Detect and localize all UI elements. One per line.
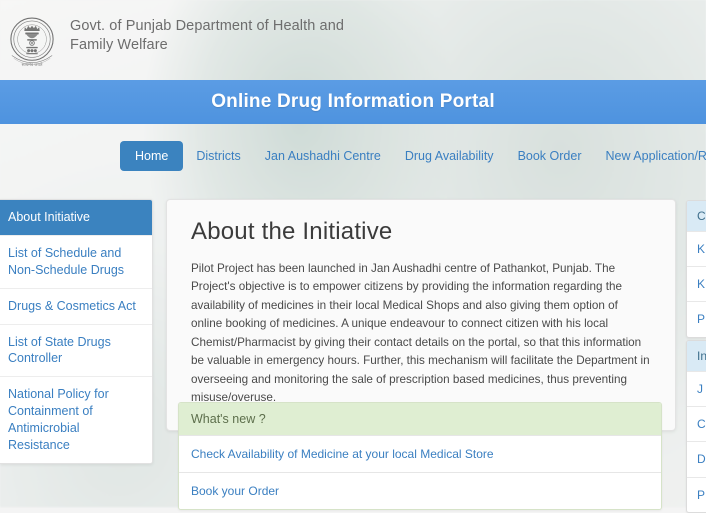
primary-navigation: Home Districts Jan Aushadhi Centre Drug …	[0, 124, 706, 188]
nav-item-districts[interactable]: Districts	[185, 142, 251, 170]
right-panel-2-item-1[interactable]: J	[687, 371, 706, 406]
sidebar-item-about-initiative[interactable]: About Initiative	[0, 200, 152, 236]
right-panel-1-item-3[interactable]: P	[687, 301, 706, 336]
right-panel-1-item-1[interactable]: K	[687, 231, 706, 266]
nav-item-new-application-renewal-of-license[interactable]: New Application/Renewal of Licens	[594, 142, 706, 170]
page-title: About the Initiative	[191, 218, 393, 245]
whats-new-item-book-your-order[interactable]: Book your Order	[179, 472, 661, 509]
nav-item-home[interactable]: Home	[120, 141, 184, 171]
whats-new-header: What's new ?	[179, 403, 661, 435]
nav-item-jan-aushadhi-centre[interactable]: Jan Aushadhi Centre	[254, 142, 392, 170]
about-initiative-card: About the Initiative Pilot Project has b…	[166, 199, 676, 431]
government-emblem-icon: सत्यमेव जयते	[10, 17, 54, 67]
whats-new-panel: What's new ? Check Availability of Medic…	[178, 402, 662, 510]
svg-text:सत्यमेव जयते: सत्यमेव जयते	[22, 62, 43, 67]
nav-item-drug-availability[interactable]: Drug Availability	[394, 142, 505, 170]
portal-banner-title: Online Drug Information Portal	[211, 91, 495, 112]
sidebar-item-list-of-schedule-and-non-schedule-drugs[interactable]: List of Schedule and Non-Schedule Drugs	[0, 235, 152, 289]
whats-new-item-check-availability[interactable]: Check Availability of Medicine at your l…	[179, 435, 661, 472]
sidebar-item-drugs-and-cosmetics-act[interactable]: Drugs & Cosmetics Act	[0, 288, 152, 325]
sidebar-item-list-of-state-drugs-controller[interactable]: List of State Drugs Controller	[0, 324, 152, 378]
site-header: सत्यमेव जयते Govt. of Punjab Department …	[0, 0, 706, 84]
left-sidebar: About Initiative List of Schedule and No…	[0, 199, 153, 464]
right-panel-2-header: In	[687, 341, 706, 371]
about-body-text: Pilot Project has been launched in Jan A…	[191, 262, 650, 405]
right-panel-1-header: C	[687, 201, 706, 231]
right-panel-contacts: C K K P	[686, 200, 706, 338]
portal-banner: Online Drug Information Portal	[0, 80, 706, 124]
right-panel-1-item-2[interactable]: K	[687, 266, 706, 301]
sidebar-item-national-policy-antimicrobial-resistance[interactable]: National Policy for Containment of Antim…	[0, 377, 152, 463]
nav-item-book-order[interactable]: Book Order	[507, 142, 593, 170]
right-panel-2-item-4[interactable]: P s	[687, 476, 706, 512]
right-panel-2-item-3[interactable]: D F	[687, 441, 706, 476]
right-panel-information: In J C D F P s	[686, 340, 706, 513]
right-panel-2-item-2[interactable]: C	[687, 406, 706, 441]
site-title: Govt. of Punjab Department of Health and…	[70, 18, 345, 54]
